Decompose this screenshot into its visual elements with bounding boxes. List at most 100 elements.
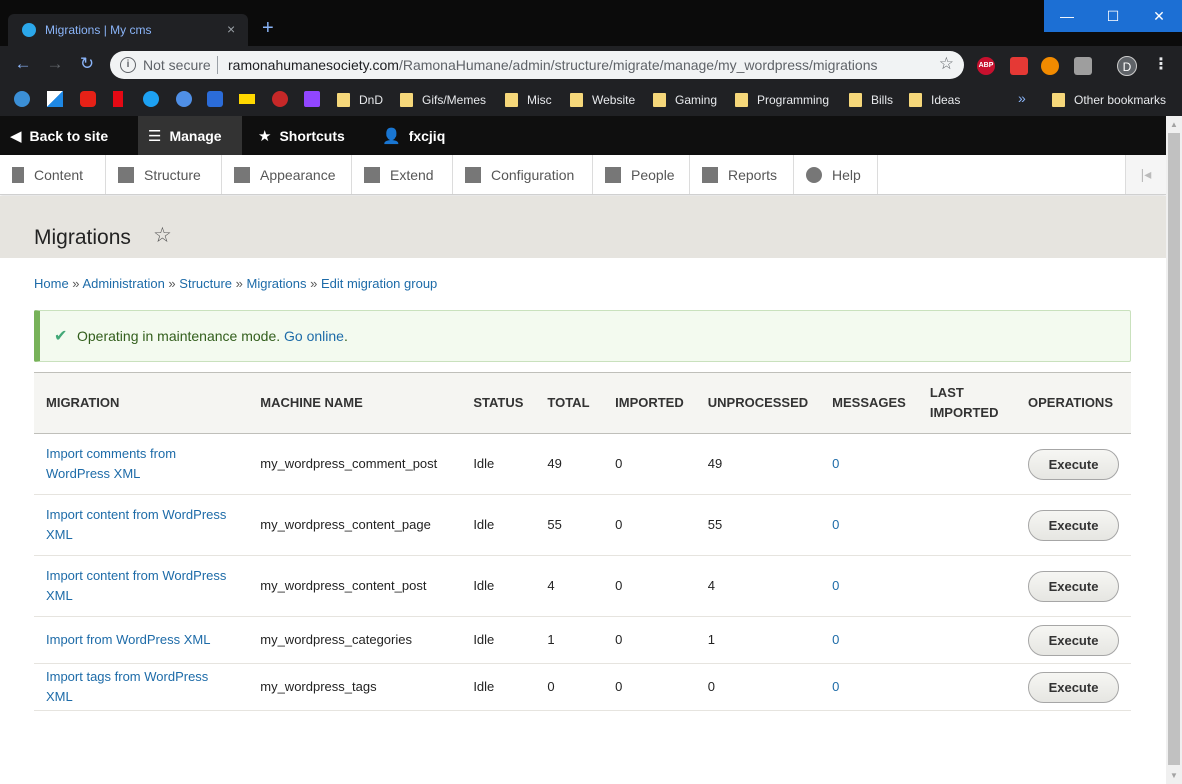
bookmark-twitch-icon[interactable] <box>304 91 320 107</box>
tray-help[interactable]: Help <box>794 155 878 194</box>
user-label: fxcjiq <box>408 127 446 144</box>
close-window-button[interactable]: ✕ <box>1136 0 1182 32</box>
chrome-menu-icon[interactable]: ⋮ <box>1153 54 1169 74</box>
user-tab[interactable]: 👤 fxcjiq <box>372 116 455 155</box>
page-scrollbar[interactable]: ▲ ▼ <box>1166 116 1182 784</box>
bookmark-twitter-icon[interactable] <box>143 91 159 107</box>
back-to-site-link[interactable]: ◀ Back to site <box>0 116 118 155</box>
execute-button[interactable]: Execute <box>1028 624 1119 656</box>
breadcrumb-structure[interactable]: Structure <box>179 276 232 291</box>
bookmark-mountain-icon[interactable] <box>47 91 63 107</box>
messages-link[interactable]: 0 <box>832 679 839 694</box>
table-header-row: MIGRATION MACHINE NAME STATUS TOTAL IMPO… <box>34 372 1131 434</box>
tray-configuration[interactable]: Configuration <box>453 155 593 194</box>
breadcrumb-home[interactable]: Home <box>34 276 69 291</box>
messages-link[interactable]: 0 <box>832 578 839 593</box>
tray-configuration-label: Configuration <box>491 166 575 183</box>
extension-orange-icon[interactable] <box>1041 57 1059 75</box>
col-migration: MIGRATION <box>34 372 249 434</box>
shortcuts-tab[interactable]: ★ Shortcuts <box>248 116 355 155</box>
col-operations: OPERATIONS <box>1016 372 1131 434</box>
tray-people[interactable]: People <box>593 155 690 194</box>
bookmark-youtube-icon[interactable] <box>80 91 96 107</box>
tray-orientation-toggle-icon[interactable]: |◂ <box>1125 155 1166 194</box>
tray-appearance-label: Appearance <box>260 166 336 183</box>
messages-link[interactable]: 0 <box>832 456 839 471</box>
other-bookmarks[interactable]: Other bookmarks <box>1052 90 1166 110</box>
bookmark-folder-gifs[interactable]: Gifs/Memes <box>400 90 486 110</box>
url-text[interactable]: ramonahumanesociety.com/RamonaHumane/adm… <box>228 57 877 73</box>
bookmark-star-icon[interactable]: ☆ <box>939 54 954 74</box>
new-tab-button[interactable]: + <box>262 18 274 38</box>
scroll-down-arrow-icon[interactable]: ▼ <box>1170 771 1178 780</box>
bookmark-folder-programming[interactable]: Programming <box>735 90 829 110</box>
execute-button[interactable]: Execute <box>1028 509 1119 541</box>
messages-link[interactable]: 0 <box>832 632 839 647</box>
tray-extend[interactable]: Extend <box>352 155 453 194</box>
messages-cell: 0 <box>820 555 918 617</box>
migration-link[interactable]: Import content from WordPress XML <box>46 568 226 603</box>
back-arrow-icon[interactable]: ← <box>12 54 34 74</box>
bookmark-yellow-icon[interactable] <box>239 94 255 104</box>
messages-link[interactable]: 0 <box>832 517 839 532</box>
folder-icon <box>400 93 413 107</box>
bookmark-folder-misc[interactable]: Misc <box>505 90 552 110</box>
tray-content-label: Content <box>34 166 84 183</box>
info-icon[interactable]: i <box>120 57 136 73</box>
breadcrumb-edit-migration-group[interactable]: Edit migration group <box>321 276 437 291</box>
folder-icon <box>653 93 666 107</box>
forward-arrow-icon[interactable]: → <box>44 54 66 74</box>
bookmark-folder-bills[interactable]: Bills <box>849 90 893 110</box>
bookmarks-overflow-icon[interactable]: » <box>1018 90 1026 106</box>
tray-appearance[interactable]: Appearance <box>222 155 352 194</box>
tray-content[interactable]: Content <box>0 155 106 194</box>
tray-people-label: People <box>631 166 675 183</box>
migration-link[interactable]: Import from WordPress XML <box>46 632 210 647</box>
messages-cell: 0 <box>820 663 918 711</box>
go-online-link[interactable]: Go online <box>284 328 344 344</box>
execute-button[interactable]: Execute <box>1028 448 1119 480</box>
bookmark-netflix-icon[interactable] <box>113 91 123 107</box>
bookmark-folder-gaming[interactable]: Gaming <box>653 90 717 110</box>
profile-avatar[interactable]: D <box>1117 56 1137 76</box>
scrollbar-thumb[interactable] <box>1168 133 1180 765</box>
messages-cell: 0 <box>820 616 918 664</box>
bookmark-globe2-icon[interactable] <box>176 91 192 107</box>
last-imported-cell <box>917 663 1016 711</box>
minimize-button[interactable]: — <box>1044 0 1090 32</box>
breadcrumb-administration[interactable]: Administration <box>82 276 164 291</box>
browser-tab[interactable]: Migrations | My cms × <box>8 14 248 46</box>
migration-link[interactable]: Import tags from WordPress XML <box>46 669 208 704</box>
extension-red-icon[interactable] <box>1010 57 1028 75</box>
col-last-imported: LAST IMPORTED <box>917 372 1016 434</box>
tray-reports[interactable]: Reports <box>690 155 794 194</box>
star-icon: ★ <box>258 127 272 145</box>
adblock-icon[interactable]: ABP <box>977 57 995 75</box>
breadcrumb-migrations[interactable]: Migrations <box>247 276 307 291</box>
manage-label: Manage <box>169 127 222 144</box>
execute-button[interactable]: Execute <box>1028 570 1119 602</box>
migration-link[interactable]: Import content from WordPress XML <box>46 507 226 542</box>
unprocessed-cell: 1 <box>695 616 821 664</box>
tray-structure[interactable]: Structure <box>106 155 222 194</box>
migration-link[interactable]: Import comments from WordPress XML <box>46 446 176 481</box>
table-row: Import from WordPress XML my_wordpress_c… <box>34 616 1131 664</box>
messages-cell: 0 <box>820 433 918 495</box>
maximize-button[interactable]: ☐ <box>1090 0 1136 32</box>
bookmark-folder-dnd[interactable]: DnD <box>337 90 383 110</box>
address-bar[interactable]: i Not secure ramonahumanesociety.com/Ram… <box>110 51 964 79</box>
scroll-up-arrow-icon[interactable]: ▲ <box>1170 120 1178 129</box>
not-secure-label: Not secure <box>143 57 211 73</box>
tray-extend-label: Extend <box>390 166 434 183</box>
bookmark-folder-ideas[interactable]: Ideas <box>909 90 960 110</box>
bookmark-folder-website[interactable]: Website <box>570 90 635 110</box>
reload-icon[interactable]: ↻ <box>76 54 98 74</box>
manage-tab[interactable]: ☰ Manage <box>138 116 242 155</box>
bookmark-globe-icon[interactable] <box>14 91 30 107</box>
extension-gray-icon[interactable] <box>1074 57 1092 75</box>
bookmark-red-icon[interactable] <box>272 91 288 107</box>
bookmark-chase-icon[interactable] <box>207 91 223 107</box>
tab-close-icon[interactable]: × <box>227 21 235 37</box>
add-shortcut-star-icon[interactable]: ☆ <box>153 223 172 248</box>
execute-button[interactable]: Execute <box>1028 671 1119 703</box>
